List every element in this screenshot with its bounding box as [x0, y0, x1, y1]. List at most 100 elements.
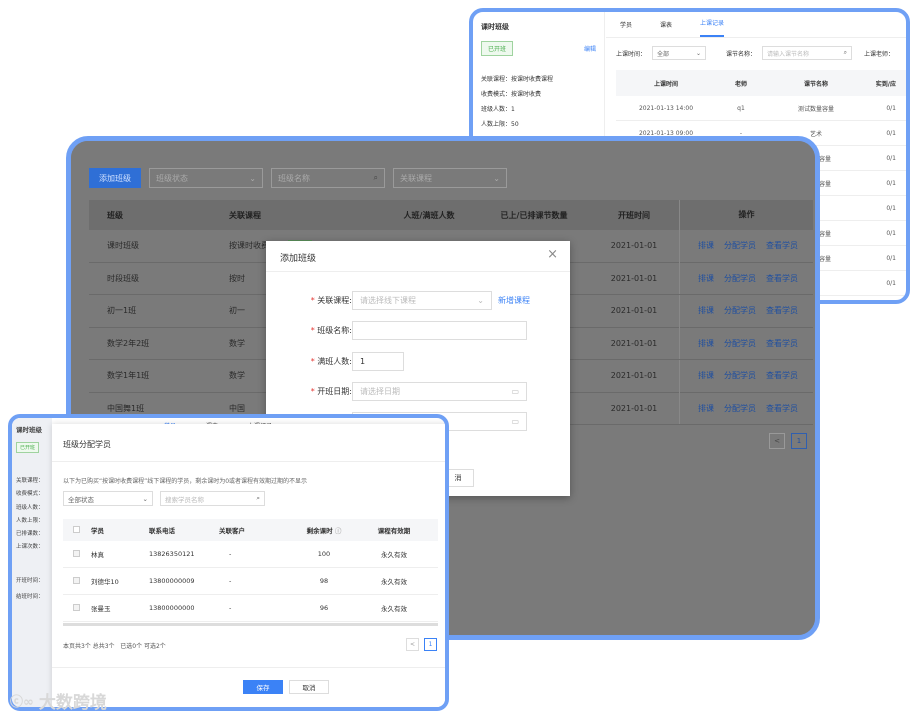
save-button[interactable]: 保存	[243, 680, 283, 694]
dialog-hint: 以下为已购买“按课时收费课程”线下课程的学员，剩余课时为0或者课程有效期过期的不…	[63, 478, 308, 485]
cell-class-name: 初一1班	[107, 306, 137, 316]
select-all-checkbox[interactable]	[63, 525, 91, 535]
table-row[interactable]: 张曼玉 13800000000 - 96 永久有效	[63, 595, 438, 622]
header-class: 班级	[107, 210, 123, 220]
status-select[interactable]: 全部状态 ⌄	[63, 491, 153, 506]
info-line: 班级人数：	[16, 504, 44, 511]
class-name-placeholder: 班级名称	[278, 173, 310, 183]
row-checkbox[interactable]	[63, 549, 91, 559]
schedule-link[interactable]: 排课	[698, 305, 714, 316]
cell-validity: 永久有效	[381, 605, 407, 613]
cell-attendance: 0/1	[886, 129, 896, 137]
student-search-placeholder: 搜索学员名称	[165, 495, 204, 504]
assign-students-link[interactable]: 分配学员	[724, 370, 756, 381]
info-lines-2: 开班时间： 结班时间：	[16, 573, 48, 605]
info-line: 开班时间：	[16, 577, 44, 584]
tab-schedule[interactable]: 课表	[660, 20, 672, 37]
class-info-lines: 关联课程：按课时收费课程 收费模式：按课时收费 班级人数：1 人数上限：50	[481, 72, 596, 132]
table-row: 2021-01-13 14:00 q1 测试数量容量 0/1	[616, 96, 906, 121]
table-header: 上课时间 老师 课节名称 实到/应	[616, 70, 906, 96]
close-icon[interactable]: ×	[547, 247, 558, 262]
cancel-button[interactable]: 取消	[289, 680, 329, 694]
student-search-input[interactable]: 搜索学员名称 ⌕	[160, 491, 265, 506]
toolbar: 添加班级 班级状态 ⌄ 班级名称 ⌕ 关联课程 ⌄	[89, 168, 507, 188]
table-header: 班级 关联课程 人班/满班人数 已上/已排课节数量 开班时间 操作	[89, 200, 813, 230]
class-name-search[interactable]: 班级名称 ⌕	[271, 168, 385, 188]
cell-class-name: 中国舞1班	[107, 403, 145, 413]
tab-students[interactable]: 学员	[620, 20, 632, 37]
table-row[interactable]: 林真 13826350121 - 100 永久有效	[63, 541, 438, 568]
header-attendance: 实到/应	[875, 80, 896, 88]
prev-page-button[interactable]: <	[769, 433, 785, 449]
assign-students-link[interactable]: 分配学员	[724, 338, 756, 349]
search-icon: ⌕	[373, 173, 378, 182]
schedule-link[interactable]: 排课	[698, 240, 714, 251]
cell-attendance: 0/1	[886, 229, 896, 237]
full-count-input[interactable]: 1	[352, 352, 404, 371]
course-name: 数学	[229, 371, 245, 381]
assign-students-link[interactable]: 分配学员	[724, 403, 756, 414]
class-title: 课时班级	[481, 23, 509, 31]
assign-students-link[interactable]: 分配学员	[724, 240, 756, 251]
assign-students-link[interactable]: 分配学员	[724, 273, 756, 284]
cell-time: 2021-01-13 14:00	[638, 104, 694, 112]
page-1-button[interactable]: 1	[791, 433, 807, 449]
row-checkbox[interactable]	[63, 576, 91, 586]
header-customer: 关联客户	[219, 527, 245, 535]
course-select[interactable]: 请选择线下课程 ⌄	[352, 291, 492, 310]
cell-start-date: 2021-01-01	[610, 403, 658, 413]
cell-student: 林真	[91, 551, 104, 559]
course-label: * 关联课程:	[310, 296, 352, 305]
new-course-link[interactable]: 新增课程	[498, 295, 530, 306]
cell-customer: -	[229, 577, 232, 585]
search-icon: ⌕	[256, 494, 260, 502]
class-name-input[interactable]	[352, 321, 527, 340]
start-date-placeholder: 请选择日期	[360, 387, 400, 396]
info-line: 班级人数：1	[481, 106, 515, 113]
schedule-link[interactable]: 排课	[698, 370, 714, 381]
class-name-label: * 班级名称:	[310, 326, 352, 335]
prev-page-button[interactable]: <	[406, 638, 419, 651]
course-search-input[interactable]: 请输入课节名称 ⌕	[762, 46, 853, 60]
cell-teacher: q1	[737, 104, 745, 112]
time-filter-select[interactable]: 全部 ⌄	[652, 46, 707, 60]
modal-title: 添加班级	[280, 254, 317, 264]
cell-actions: 排课 分配学员 查看学员	[679, 359, 813, 392]
cell-actions: 排课 分配学员 查看学员	[679, 262, 813, 295]
assign-students-link[interactable]: 分配学员	[724, 305, 756, 316]
add-class-button[interactable]: 添加班级	[89, 168, 141, 188]
view-students-link[interactable]: 查看学员	[766, 403, 798, 414]
view-students-link[interactable]: 查看学员	[766, 338, 798, 349]
schedule-link[interactable]: 排课	[698, 338, 714, 349]
modal-divider	[266, 271, 570, 272]
start-date-picker[interactable]: 请选择日期 ▭	[352, 382, 527, 401]
cell-attendance: 0/1	[886, 254, 896, 262]
view-students-link[interactable]: 查看学员	[766, 273, 798, 284]
course-select[interactable]: 关联课程 ⌄	[393, 168, 507, 188]
info-line: 上课次数：	[16, 544, 44, 551]
cell-actions: 排课 分配学员 查看学员	[679, 229, 813, 262]
full-count-label: * 满班人数:	[310, 357, 352, 366]
course-name: 中国	[229, 403, 245, 413]
start-date-row: * 开班日期: 请选择日期 ▭	[296, 382, 527, 401]
page-1-button[interactable]: 1	[424, 638, 437, 651]
row-checkbox[interactable]	[63, 603, 91, 613]
table-header: 学员 联系电话 关联客户 剩余课时 ⓘ 课程有效期	[63, 519, 438, 541]
cell-class-name: 数学1年1班	[107, 371, 150, 381]
view-students-link[interactable]: 查看学员	[766, 305, 798, 316]
students-table: 学员 联系电话 关联客户 剩余课时 ⓘ 课程有效期 林真 13826350121 -…	[63, 519, 438, 626]
cell-attendance: 0/1	[886, 104, 896, 112]
cell-class-name: 时段班级	[107, 273, 139, 283]
view-students-link[interactable]: 查看学员	[766, 370, 798, 381]
tab-records[interactable]: 上课记录	[700, 18, 725, 37]
chevron-down-icon: ⌄	[477, 296, 484, 305]
cell-class-name: 课时班级	[107, 241, 139, 251]
horizontal-scrollbar[interactable]	[63, 623, 438, 626]
edit-link[interactable]: 编辑	[584, 44, 596, 53]
table-row[interactable]: 刘德华10 13800000009 - 98 永久有效	[63, 568, 438, 595]
view-students-link[interactable]: 查看学员	[766, 240, 798, 251]
class-status-select[interactable]: 班级状态 ⌄	[149, 168, 263, 188]
schedule-link[interactable]: 排课	[698, 403, 714, 414]
schedule-link[interactable]: 排课	[698, 273, 714, 284]
search-icon: ⌕	[843, 49, 848, 56]
